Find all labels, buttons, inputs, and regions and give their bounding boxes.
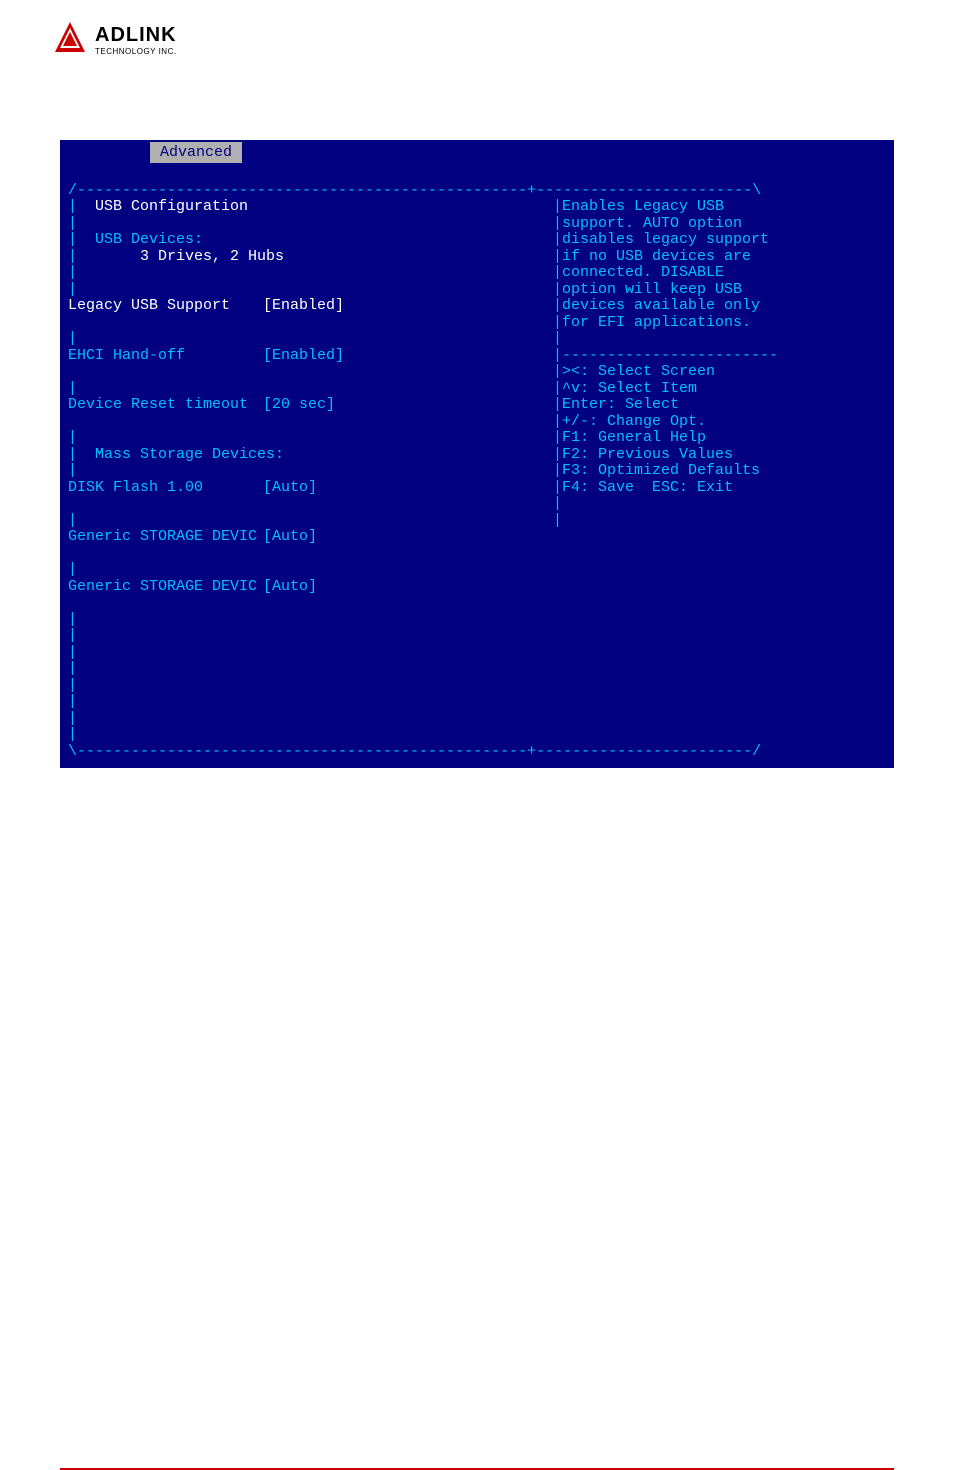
help-line: devices available only (562, 297, 760, 314)
logo-header: ADLINK TECHNOLOGY INC. (0, 0, 954, 100)
adlink-logo-icon (50, 20, 90, 60)
border-top: /---------------------------------------… (68, 182, 761, 199)
key-help: F2: Previous Values (562, 446, 733, 463)
key-help: F4: Save ESC: Exit (562, 479, 733, 496)
help-line: connected. DISABLE (562, 264, 724, 281)
help-line: Enables Legacy USB (562, 198, 724, 215)
help-line: option will keep USB (562, 281, 742, 298)
mass-device-2[interactable]: Generic STORAGE DEVIC[Auto] (68, 579, 553, 596)
mass-storage-label: Mass Storage Devices: (95, 446, 284, 463)
help-line: support. AUTO option (562, 215, 742, 232)
section-title: USB Configuration (95, 198, 248, 215)
usb-devices-label: USB Devices: (95, 231, 203, 248)
help-line: if no USB devices are (562, 248, 751, 265)
usb-devices-value: 3 Drives, 2 Hubs (140, 248, 284, 265)
mass-device-1[interactable]: Generic STORAGE DEVIC[Auto] (68, 529, 553, 546)
key-help: F1: General Help (562, 429, 706, 446)
setting-device-reset-timeout[interactable]: Device Reset timeout[20 sec] (68, 397, 553, 414)
tab-advanced[interactable]: Advanced (150, 142, 242, 163)
key-help: +/-: Change Opt. (562, 413, 706, 430)
key-help: ^v: Select Item (562, 380, 697, 397)
help-line: disables legacy support (562, 231, 769, 248)
key-help: ><: Select Screen (562, 363, 715, 380)
setting-legacy-usb[interactable]: Legacy USB Support[Enabled] (68, 298, 553, 315)
right-divider: |------------------------ (553, 347, 778, 364)
logo-subtext: TECHNOLOGY INC. (95, 47, 177, 56)
setting-ehci-handoff[interactable]: EHCI Hand-off[Enabled] (68, 348, 553, 365)
tab-bar: Advanced (60, 140, 894, 164)
mass-device-0[interactable]: DISK Flash 1.00[Auto] (68, 480, 553, 497)
logo-text: ADLINK (95, 24, 177, 47)
help-line: for EFI applications. (562, 314, 751, 331)
border-bottom: \---------------------------------------… (68, 743, 761, 760)
key-help: Enter: Select (562, 396, 679, 413)
bios-screen: Advanced /------------------------------… (60, 140, 894, 768)
key-help: F3: Optimized Defaults (562, 462, 760, 479)
